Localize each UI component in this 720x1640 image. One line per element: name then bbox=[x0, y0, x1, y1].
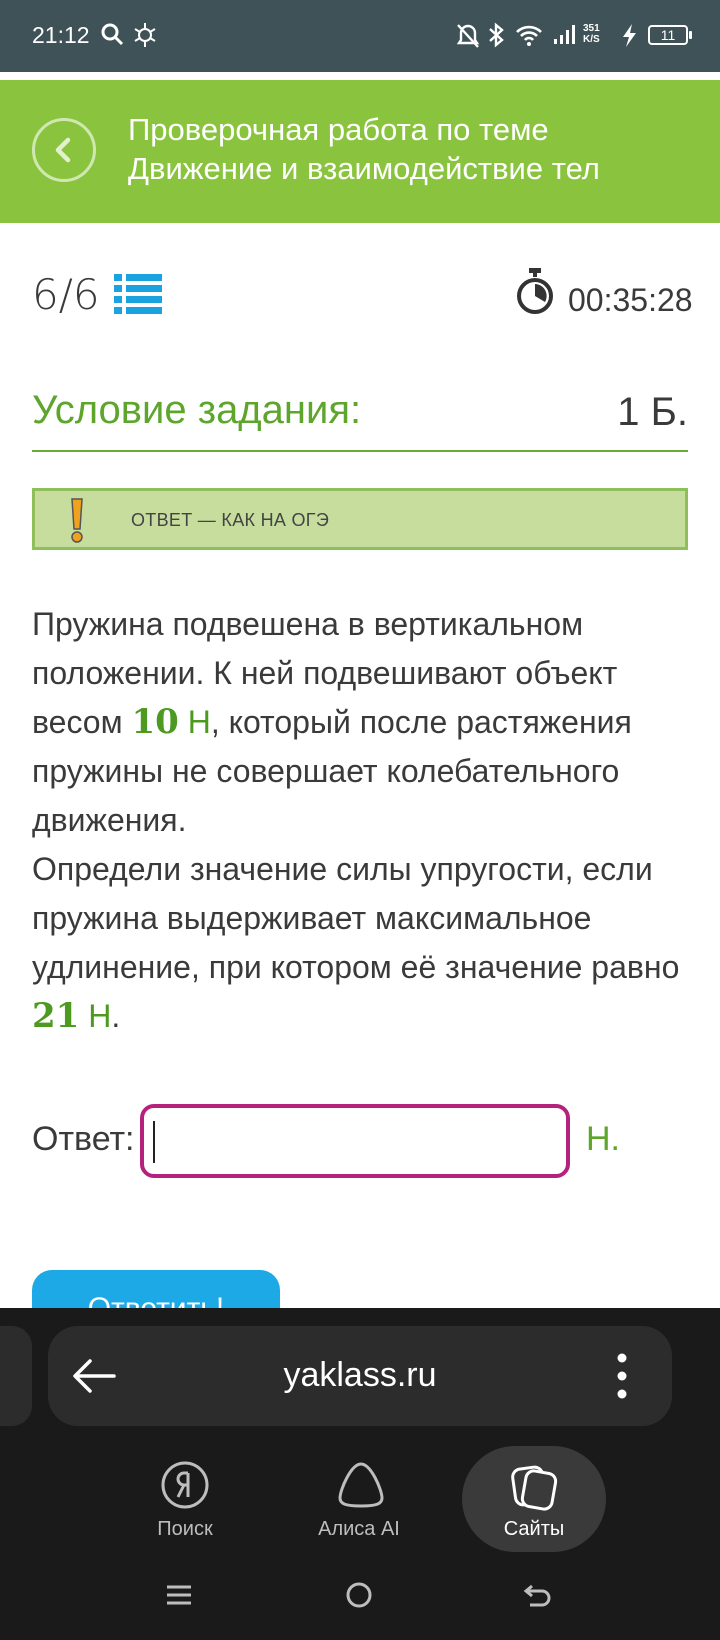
nav-search[interactable]: Поиск bbox=[110, 1446, 260, 1556]
url-text[interactable]: yaklass.ru bbox=[48, 1356, 672, 1395]
answer-input[interactable] bbox=[140, 1104, 570, 1178]
system-navigation bbox=[0, 1570, 720, 1640]
home-icon[interactable] bbox=[344, 1580, 374, 1615]
status-time: 21:12 bbox=[32, 22, 90, 48]
chevron-left-icon bbox=[55, 137, 71, 163]
charging-icon bbox=[618, 20, 640, 55]
exclamation-icon bbox=[69, 497, 85, 548]
signal-icon bbox=[552, 20, 576, 55]
timer: 00:35:28 bbox=[568, 282, 693, 318]
max-force-value: 21 bbox=[32, 996, 80, 1036]
battery-indicator: 11 bbox=[648, 25, 692, 45]
stopwatch-icon bbox=[514, 268, 556, 321]
page-header: Проверочная работа по теме Движение и вз… bbox=[0, 80, 720, 223]
points-value: 1 Б. bbox=[617, 390, 688, 434]
question-list-icon[interactable] bbox=[114, 274, 162, 321]
yandex-search-icon bbox=[160, 1460, 210, 1515]
notice-banner: ОТВЕТ — КАК НА ОГЭ bbox=[32, 488, 688, 550]
weight-value: 10 bbox=[131, 702, 179, 742]
status-bar: 21:12 351 K/S 11 bbox=[0, 0, 720, 72]
divider bbox=[32, 450, 688, 452]
nav-alice[interactable]: Алиса AI bbox=[284, 1446, 434, 1556]
notice-text: ОТВЕТ — КАК НА ОГЭ bbox=[131, 510, 330, 530]
alice-icon bbox=[334, 1460, 388, 1515]
search-icon bbox=[100, 20, 126, 55]
answer-unit: Н. bbox=[586, 1120, 620, 1158]
net-speed: 351 K/S bbox=[583, 23, 600, 45]
back-icon[interactable] bbox=[522, 1580, 554, 1615]
menu-icon[interactable] bbox=[164, 1580, 194, 1615]
previous-tab[interactable] bbox=[0, 1326, 32, 1426]
answer-label: Ответ: bbox=[32, 1120, 135, 1158]
question-text: Пружина подвешена в вертикальном положен… bbox=[32, 606, 680, 1036]
wifi-icon bbox=[514, 20, 544, 55]
back-button[interactable] bbox=[32, 118, 96, 182]
page-title: Проверочная работа по теме Движение и вз… bbox=[128, 112, 600, 186]
text-caret bbox=[153, 1121, 155, 1163]
address-bar[interactable]: yaklass.ru bbox=[48, 1326, 672, 1426]
virus-shield-icon bbox=[132, 20, 158, 55]
browser-panel: yaklass.ru Поиск Алиса AI Сайты bbox=[0, 1308, 720, 1640]
question-progress: 6/6 bbox=[32, 270, 100, 319]
condition-title: Условие задания: bbox=[32, 388, 362, 432]
bluetooth-icon bbox=[486, 20, 506, 55]
more-vertical-icon[interactable] bbox=[614, 1348, 630, 1409]
sites-icon bbox=[508, 1460, 560, 1517]
bell-off-icon bbox=[456, 20, 480, 55]
nav-sites[interactable]: Сайты bbox=[462, 1446, 606, 1552]
